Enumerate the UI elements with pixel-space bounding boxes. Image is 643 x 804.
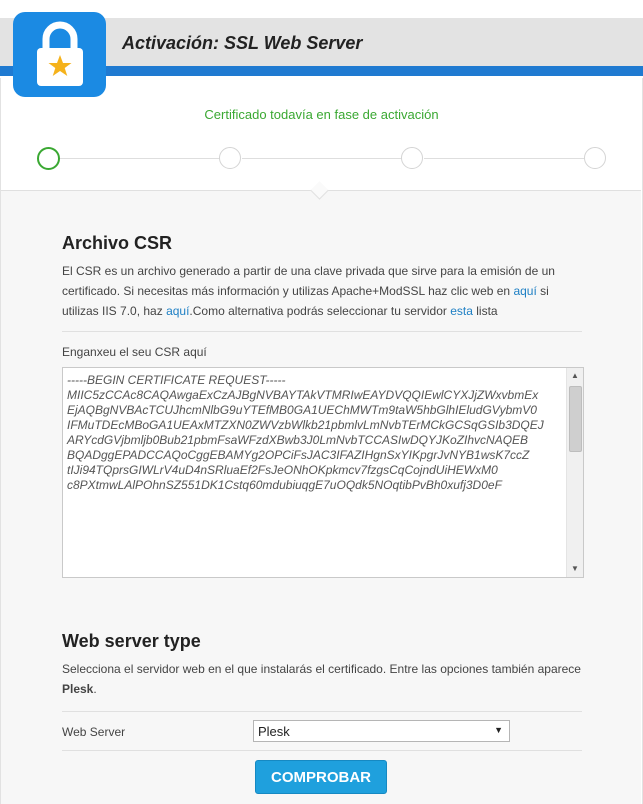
lock-star-icon — [13, 12, 106, 97]
csr-textarea[interactable]: -----BEGIN CERTIFICATE REQUEST----- MIIC… — [62, 367, 584, 578]
web-server-selected-value: Plesk — [258, 724, 290, 739]
server-description: Selecciona el servidor web en el que ins… — [62, 659, 582, 699]
check-button[interactable]: COMPROBAR — [255, 760, 387, 794]
scroll-down-arrow-icon[interactable]: ▼ — [567, 561, 583, 577]
scroll-up-arrow-icon[interactable]: ▲ — [567, 368, 583, 384]
step-3 — [401, 147, 423, 169]
separator — [62, 331, 582, 332]
server-desc-text: Selecciona el servidor web en el que ins… — [62, 662, 581, 676]
csr-scrollbar[interactable]: ▲ ▼ — [566, 368, 583, 577]
csr-desc-text: .Como alternativa podrás seleccionar tu … — [189, 304, 451, 318]
web-server-select[interactable]: Plesk ▼ — [253, 720, 510, 742]
server-desc-bold: Plesk — [62, 682, 94, 696]
csr-description: El CSR es un archivo generado a partir d… — [62, 261, 582, 321]
csr-desc-text: lista — [472, 304, 498, 318]
iis-help-link[interactable]: aquí — [166, 304, 189, 318]
page-title: Activación: SSL Web Server — [122, 33, 363, 53]
activation-status: Certificado todavía en fase de activació… — [204, 107, 439, 122]
csr-field-label: Enganxeu el seu CSR aquí — [62, 345, 207, 359]
step-4 — [584, 147, 606, 169]
progress-steps — [0, 146, 643, 172]
web-server-label: Web Server — [62, 725, 126, 739]
step-2 — [219, 147, 241, 169]
csr-textarea-value[interactable]: -----BEGIN CERTIFICATE REQUEST----- MIIC… — [67, 373, 562, 493]
separator — [62, 711, 582, 712]
step-connector — [424, 158, 584, 159]
csr-desc-text: El CSR es un archivo generado a partir d… — [62, 264, 555, 298]
server-list-link[interactable]: esta — [450, 304, 473, 318]
separator — [62, 750, 582, 751]
csr-section-title: Archivo CSR — [62, 233, 173, 253]
step-connector — [242, 158, 402, 159]
dropdown-arrow-icon: ▼ — [494, 725, 503, 735]
server-section-title: Web server type — [62, 631, 201, 651]
step-connector — [60, 158, 220, 159]
step-1-active — [37, 147, 60, 170]
apache-help-link[interactable]: aquí — [513, 284, 536, 298]
server-desc-text: . — [93, 682, 97, 696]
scrollbar-thumb[interactable] — [569, 386, 582, 452]
